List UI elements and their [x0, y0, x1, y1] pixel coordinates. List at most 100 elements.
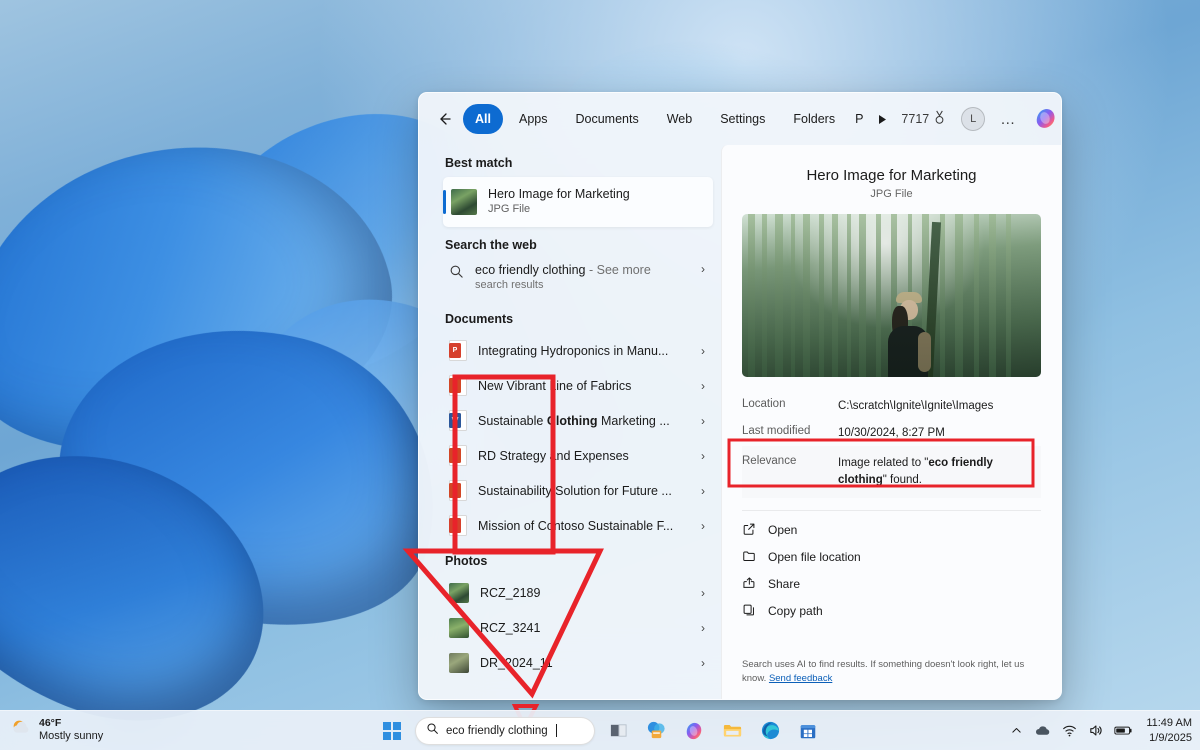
preview-subtitle: JPG File [742, 188, 1041, 200]
photo-row-1[interactable]: RCZ_2189 › [443, 575, 713, 610]
system-tray: 11:49 AM 1/9/2025 [1010, 716, 1192, 745]
word-file-icon: W [449, 410, 467, 431]
metadata-row-location: Location C:\scratch\Ignite\Ignite\Images [742, 393, 1041, 420]
photo-label: RCZ_3241 [480, 621, 540, 635]
photo-thumbnail [449, 583, 469, 603]
avatar[interactable]: L [961, 107, 985, 131]
desktop: All Apps Documents Web Settings Folders … [0, 0, 1200, 750]
rewards-medal-icon [932, 110, 947, 128]
filter-pill-folders[interactable]: Folders [781, 104, 847, 134]
document-row-1[interactable]: P Integrating Hydroponics in Manu... › [443, 333, 713, 368]
more-filters-arrow-icon[interactable] [871, 106, 893, 132]
results-column: Best match Hero Image for Marketing JPG … [419, 145, 721, 699]
battery-icon[interactable] [1114, 724, 1133, 737]
text-caret [556, 724, 557, 737]
clock[interactable]: 11:49 AM 1/9/2025 [1146, 716, 1192, 745]
chevron-right-icon: › [701, 586, 705, 600]
action-copy-path[interactable]: Copy path [742, 598, 1041, 625]
web-search-second-line: search results [475, 278, 651, 292]
clock-time: 11:49 AM [1146, 716, 1192, 730]
chevron-right-icon: › [701, 262, 705, 276]
section-title-documents: Documents [419, 301, 715, 333]
photo-label: RCZ_2189 [480, 586, 540, 600]
document-row-4[interactable]: P RD Strategy and Expenses › [443, 438, 713, 473]
best-match-subtitle: JPG File [488, 203, 630, 217]
document-row-6[interactable]: P Mission of Contoso Sustainable F... › [443, 508, 713, 543]
photo-thumbnail [449, 618, 469, 638]
metadata-row-relevance: Relevance Image related to "eco friendly… [742, 446, 1041, 497]
search-icon [426, 722, 439, 740]
document-label: Sustainable Clothing Marketing ... [478, 414, 670, 428]
document-label: Integrating Hydroponics in Manu... [478, 344, 668, 358]
photo-row-2[interactable]: RCZ_3241 › [443, 610, 713, 645]
edge-browser-icon[interactable] [755, 716, 785, 746]
task-view-icon[interactable] [603, 716, 633, 746]
image-thumbnail [451, 189, 477, 215]
best-match-title: Hero Image for Marketing [488, 187, 630, 203]
search-flyout: All Apps Documents Web Settings Folders … [418, 92, 1062, 700]
web-search-result[interactable]: eco friendly clothing - See more search … [443, 259, 713, 301]
section-title-best-match: Best match [419, 145, 715, 177]
volume-icon[interactable] [1088, 723, 1103, 738]
best-match-result[interactable]: Hero Image for Marketing JPG File [443, 177, 713, 227]
chevron-right-icon: › [701, 484, 705, 498]
filter-pill-photos-truncated[interactable]: P [851, 104, 867, 134]
copilot-icon[interactable] [1033, 106, 1059, 132]
send-feedback-link[interactable]: Send feedback [769, 673, 832, 684]
photo-thumbnail [449, 653, 469, 673]
windows-start-icon[interactable] [377, 716, 407, 746]
copy-icon [742, 603, 756, 620]
filter-pill-web[interactable]: Web [655, 104, 704, 134]
chevron-right-icon: › [701, 656, 705, 670]
metadata-key: Last modified [742, 425, 828, 442]
powerpoint-file-icon: P [449, 375, 467, 396]
action-label: Open file location [768, 550, 861, 564]
sun-cloud-icon [10, 717, 32, 744]
wifi-icon[interactable] [1062, 723, 1077, 738]
folder-icon [742, 549, 756, 566]
preview-pane: Hero Image for Marketing JPG File [721, 145, 1061, 699]
microsoft-store-icon[interactable] [793, 716, 823, 746]
more-options-button[interactable]: … [995, 106, 1021, 132]
widgets-icon[interactable] [641, 716, 671, 746]
bamboo-forest-photo [742, 214, 1041, 377]
action-open-file-location[interactable]: Open file location [742, 544, 1041, 571]
copilot-taskbar-icon[interactable] [679, 716, 709, 746]
chevron-right-icon: › [701, 621, 705, 635]
taskbar: 46°F Mostly sunny eco friendl [0, 710, 1200, 750]
bloom-petal-2 [31, 288, 470, 661]
document-row-2[interactable]: P New Vibrant Line of Fabrics › [443, 368, 713, 403]
ai-disclaimer: Search uses AI to find results. If somet… [742, 658, 1041, 699]
filter-pill-all[interactable]: All [463, 104, 503, 134]
filter-pill-documents[interactable]: Documents [564, 104, 651, 134]
filter-pill-settings[interactable]: Settings [708, 104, 777, 134]
bloom-petal-4 [0, 405, 304, 750]
file-explorer-icon[interactable] [717, 716, 747, 746]
photo-row-3[interactable]: DR_2024_11 › [443, 645, 713, 680]
search-filter-bar: All Apps Documents Web Settings Folders … [419, 93, 1061, 145]
metadata-row-last-modified: Last modified 10/30/2024, 8:27 PM [742, 420, 1041, 447]
taskbar-search-input[interactable]: eco friendly clothing [415, 717, 595, 745]
pdf-file-icon: P [449, 340, 467, 361]
onedrive-cloud-icon[interactable] [1034, 722, 1051, 739]
back-arrow-icon[interactable] [429, 104, 459, 134]
weather-widget[interactable]: 46°F Mostly sunny [0, 717, 103, 744]
clock-date: 1/9/2025 [1146, 731, 1192, 745]
document-row-3[interactable]: W Sustainable Clothing Marketing ... › [443, 403, 713, 438]
rewards-points[interactable]: 7717 [901, 110, 947, 128]
show-hidden-icons-icon[interactable] [1010, 724, 1023, 737]
share-icon [742, 576, 756, 593]
document-row-5[interactable]: P Sustainability Solution for Future ...… [443, 473, 713, 508]
metadata-key: Relevance [742, 455, 828, 488]
preview-metadata: Location C:\scratch\Ignite\Ignite\Images… [742, 393, 1041, 498]
chevron-right-icon: › [701, 519, 705, 533]
action-share[interactable]: Share [742, 571, 1041, 598]
taskbar-search-value: eco friendly clothing [446, 725, 548, 737]
action-open[interactable]: Open [742, 517, 1041, 544]
rewards-points-value: 7717 [901, 112, 929, 126]
photo-label: DR_2024_11 [480, 656, 553, 670]
pdf-file-icon: P [449, 515, 467, 536]
search-icon [449, 264, 464, 284]
filter-pill-apps[interactable]: Apps [507, 104, 560, 134]
action-label: Open [768, 523, 797, 537]
